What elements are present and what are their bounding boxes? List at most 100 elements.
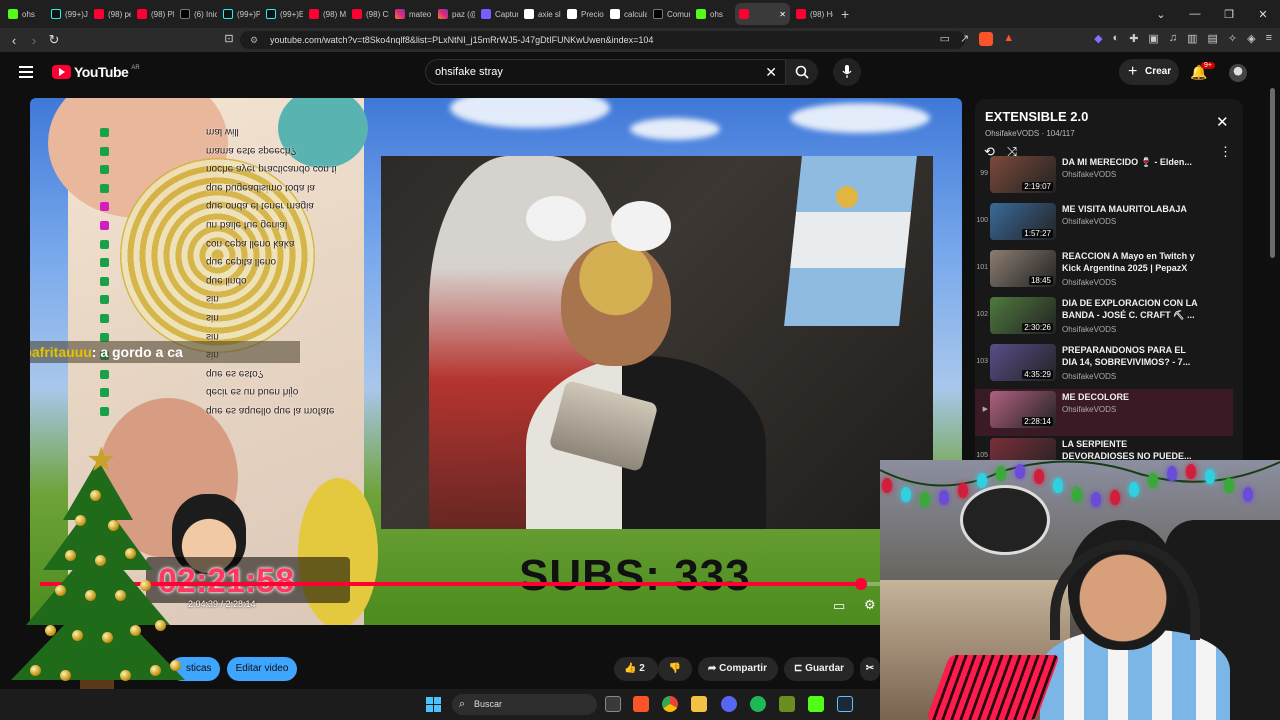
taskbar-search[interactable]: Buscar xyxy=(452,694,597,715)
video-thumbnail[interactable]: 4:35:29 xyxy=(990,344,1056,381)
youtube-logo[interactable]: YouTube AR xyxy=(52,64,140,80)
browser-tab[interactable]: (99+)Er xyxy=(262,3,303,25)
spotify-icon[interactable] xyxy=(750,696,766,712)
wallet-icon[interactable]: ▤ xyxy=(1207,32,1217,46)
search-input[interactable]: ohsifake stray ✕ xyxy=(425,59,786,85)
account-avatar[interactable] xyxy=(1229,64,1247,82)
file-explorer-icon[interactable] xyxy=(691,696,707,712)
playlist-video-title[interactable]: DIA DE EXPLORACION CON LA BANDA - JOSÉ C… xyxy=(1062,297,1202,321)
menu-icon[interactable]: ≡ xyxy=(1266,32,1272,46)
video-thumbnail[interactable]: 2:28:14 xyxy=(990,391,1056,428)
maximize-button[interactable]: ❐ xyxy=(1212,0,1246,28)
leo-icon[interactable]: ◆ xyxy=(1094,32,1102,46)
forward-icon[interactable]: › xyxy=(24,33,44,48)
playlist-video-title[interactable]: LA SERPIENTE DEVORADIOSES NO PUEDE... xyxy=(1062,438,1202,462)
site-info-icon[interactable]: ⚙ xyxy=(250,31,258,49)
playlist-channel[interactable]: OhsifakeVODS xyxy=(1062,405,1116,414)
browser-tab[interactable]: Captur xyxy=(477,3,518,25)
like-button[interactable]: 👍 2 xyxy=(614,657,658,681)
playlist-video-title[interactable]: REACCION A Mayo en Twitch y Kick Argenti… xyxy=(1062,250,1202,274)
voice-search-button[interactable] xyxy=(833,58,861,86)
playlist-channel[interactable]: OhsifakeVODS xyxy=(1062,278,1116,287)
playlist-item[interactable]: 102 2:30:26 DIA DE EXPLORACION CON LA BAND… xyxy=(975,295,1233,342)
close-tab-icon[interactable]: ✕ xyxy=(779,10,786,19)
browser-tab[interactable]: ✕ xyxy=(735,3,790,25)
search-button[interactable] xyxy=(786,59,818,85)
playlist-channel[interactable]: OhsifakeVODS xyxy=(1062,325,1116,334)
url-field[interactable]: ⚙ youtube.com/watch?v=t8Sko4nqlf8&list=P… xyxy=(240,31,965,49)
extensions-icon[interactable]: ✚ xyxy=(1129,32,1138,46)
browser-tab[interactable]: calcula xyxy=(606,3,647,25)
browser-tab[interactable]: axie slp xyxy=(520,3,561,25)
playlist-item[interactable]: 99 2:19:07 DA MI MERECIDO 🍷 - Elden... Ohsi… xyxy=(975,154,1233,201)
translate-icon[interactable]: ◐ xyxy=(1113,32,1120,46)
browser-tab[interactable]: (98) CL xyxy=(348,3,389,25)
reload-icon[interactable]: ↻ xyxy=(44,32,64,48)
vpn-icon[interactable]: ◈ xyxy=(1247,32,1255,46)
page-scrollbar[interactable] xyxy=(1270,88,1275,258)
close-playlist-icon[interactable]: ✕ xyxy=(1216,113,1229,131)
ai-icon[interactable]: ✧ xyxy=(1228,32,1237,46)
brave-browser-icon[interactable] xyxy=(633,696,649,712)
back-icon[interactable]: ‹ xyxy=(4,33,24,48)
dislike-button[interactable]: 👎 xyxy=(658,657,692,681)
playlist-video-title[interactable]: ME VISITA MAURITOLABAJA xyxy=(1062,203,1202,215)
playlist-item[interactable]: 101 18:45 REACCION A Mayo en Twitch y Kick… xyxy=(975,248,1233,295)
playlist-video-title[interactable]: DA MI MERECIDO 🍷 - Elden... xyxy=(1062,156,1202,168)
video-thumbnail[interactable]: 2:19:07 xyxy=(990,156,1056,193)
kick-app-icon[interactable] xyxy=(808,696,824,712)
task-view-icon[interactable] xyxy=(605,696,621,712)
cast-icon[interactable]: ▭ xyxy=(940,32,950,46)
clear-search-icon[interactable]: ✕ xyxy=(765,60,777,84)
minecraft-icon[interactable] xyxy=(779,696,795,712)
tab-search-icon[interactable]: ⌄ xyxy=(1144,0,1178,28)
rewards-icon[interactable]: ▲ xyxy=(1003,32,1014,46)
playlist-item[interactable]: 100 1:57:27 ME VISITA MAURITOLABAJA Ohsifak… xyxy=(975,201,1233,248)
playlist-channel[interactable]: OhsifakeVODS xyxy=(1062,217,1116,226)
browser-tab[interactable]: ohs xyxy=(692,3,733,25)
playlist-video-title[interactable]: ME DECOLORE xyxy=(1062,391,1202,403)
browser-tab[interactable]: (98) pe xyxy=(90,3,131,25)
playlist-channel[interactable]: OhsifakeVODS xyxy=(1062,170,1116,179)
browser-tab[interactable]: (99+)PI xyxy=(219,3,260,25)
video-thumbnail[interactable]: 18:45 xyxy=(990,250,1056,287)
guide-menu-icon[interactable] xyxy=(19,66,33,78)
share-icon[interactable]: ↗ xyxy=(960,32,969,46)
browser-tab[interactable]: ohs xyxy=(4,3,45,25)
share-button[interactable]: ➦ Compartir xyxy=(698,657,778,681)
video-thumbnail[interactable]: 1:57:27 xyxy=(990,203,1056,240)
close-window-button[interactable]: ✕ xyxy=(1246,0,1280,28)
new-tab-icon[interactable]: + xyxy=(841,6,849,22)
browser-tab[interactable]: paz (@ xyxy=(434,3,475,25)
windows-start-icon[interactable] xyxy=(426,697,441,712)
minimize-button[interactable]: — xyxy=(1178,0,1212,28)
discord-icon[interactable] xyxy=(721,696,737,712)
browser-tab[interactable]: (99+)Jo xyxy=(47,3,88,25)
browser-tab[interactable]: (98) Mi xyxy=(305,3,346,25)
browser-tab[interactable]: Comun xyxy=(649,3,690,25)
browser-tab[interactable]: (98) PR xyxy=(133,3,174,25)
create-button[interactable]: Crear xyxy=(1119,59,1179,85)
subtitles-icon[interactable]: ▭ xyxy=(833,598,849,613)
sidebar-icon[interactable]: ▥ xyxy=(1187,32,1197,46)
playlist-channel[interactable]: OhsifakeVODS xyxy=(1062,372,1116,381)
browser-tab[interactable]: Precio xyxy=(563,3,604,25)
playlist-item[interactable]: ▶ 2:28:14 ME DECOLORE OhsifakeVODS xyxy=(975,389,1233,436)
screenshot-icon[interactable]: ▣ xyxy=(1148,32,1158,46)
playlist-item[interactable]: 103 4:35:29 PREPARANDONOS PARA EL DIA 14, … xyxy=(975,342,1233,389)
brave-shields-icon[interactable] xyxy=(979,32,994,46)
video-thumbnail[interactable]: 2:30:26 xyxy=(990,297,1056,334)
save-button[interactable]: ⊏ Guardar xyxy=(784,657,854,681)
browser-tab[interactable]: (98) Ho xyxy=(792,3,833,25)
playlist-video-title[interactable]: PREPARANDONOS PARA EL DIA 14, SOBREVIVIM… xyxy=(1062,344,1202,368)
clip-button[interactable]: ✂ xyxy=(860,657,880,681)
bookmark-icon[interactable]: ⊡ xyxy=(219,32,239,45)
edit-video-button[interactable]: Editar video xyxy=(227,657,297,681)
steam-icon[interactable] xyxy=(837,696,853,712)
media-icon[interactable]: ♫ xyxy=(1169,32,1177,46)
playlist-title[interactable]: EXTENSIBLE 2.0 xyxy=(985,109,1088,124)
progress-scrubber[interactable] xyxy=(854,578,867,590)
browser-tab[interactable]: (6) Inici xyxy=(176,3,217,25)
settings-gear-icon[interactable]: ⚙ xyxy=(864,597,880,612)
chrome-icon[interactable] xyxy=(662,696,678,712)
